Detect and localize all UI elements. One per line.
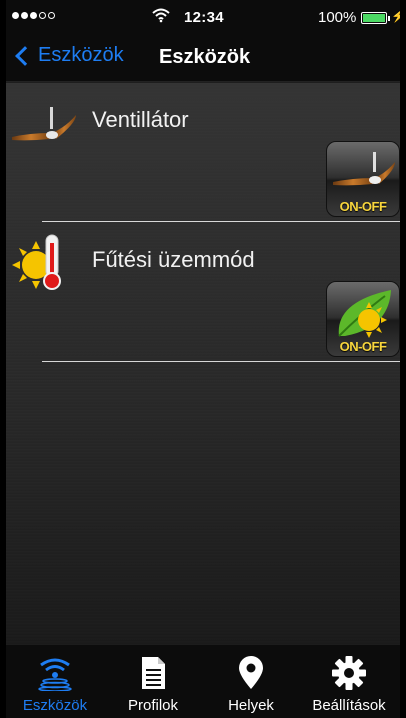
app-screen: 12:34 100% ⚡ Eszközök Eszközök Ventillát…	[6, 0, 400, 718]
gear-icon	[332, 656, 366, 690]
fan-toggle-button[interactable]: ON-OFF	[326, 141, 400, 217]
sun-thermometer-icon	[12, 234, 61, 290]
document-icon	[142, 657, 165, 689]
tab-places[interactable]: Helyek	[202, 645, 300, 718]
tab-settings[interactable]: Beállítások	[300, 645, 398, 718]
battery-icon	[361, 12, 390, 24]
device-name: Fűtési üzemmód	[92, 247, 255, 272]
status-time: 12:34	[184, 9, 224, 26]
row-divider	[42, 221, 400, 222]
row-divider	[42, 361, 400, 362]
wifi-signal-icon	[38, 658, 72, 691]
heating-toggle-button[interactable]: ON-OFF	[326, 281, 400, 357]
tab-label: Profilok	[127, 697, 179, 714]
back-button[interactable]: Eszközök	[14, 44, 124, 67]
back-label: Eszközök	[38, 44, 124, 66]
tab-devices[interactable]: Eszközök	[6, 645, 104, 718]
charging-icon: ⚡	[391, 9, 400, 23]
leaf-sun-icon	[338, 290, 391, 338]
device-row-ventillator: Ventillátor ON-OFF	[6, 83, 400, 223]
location-pin-icon	[239, 656, 263, 689]
toggle-label: ON-OFF	[339, 339, 387, 354]
status-bar: 12:34 100% ⚡	[6, 0, 400, 36]
tab-profiles[interactable]: Profilok	[104, 645, 202, 718]
page-title: Eszközök	[159, 46, 251, 68]
wifi-icon	[152, 8, 170, 23]
device-list: Ventillátor ON-OFF Fűtési üzemmód ON-OFF	[6, 83, 400, 645]
chevron-left-icon	[15, 45, 35, 66]
device-row-heating-mode: Fűtési üzemmód ON-OFF	[6, 223, 400, 363]
tab-label: Beállítások	[312, 697, 386, 714]
tab-label: Helyek	[228, 697, 274, 714]
tab-bar: Eszközök Profilok Helyek Beállítások	[6, 645, 400, 718]
signal-strength-icon	[12, 12, 55, 19]
tab-label: Eszközök	[22, 697, 88, 714]
ceiling-fan-icon	[12, 107, 76, 141]
battery-percent: 100%	[318, 9, 357, 26]
navigation-bar: Eszközök Eszközök	[6, 36, 400, 82]
ceiling-fan-icon	[333, 152, 395, 186]
toggle-label: ON-OFF	[339, 199, 387, 214]
device-name: Ventillátor	[92, 107, 189, 132]
